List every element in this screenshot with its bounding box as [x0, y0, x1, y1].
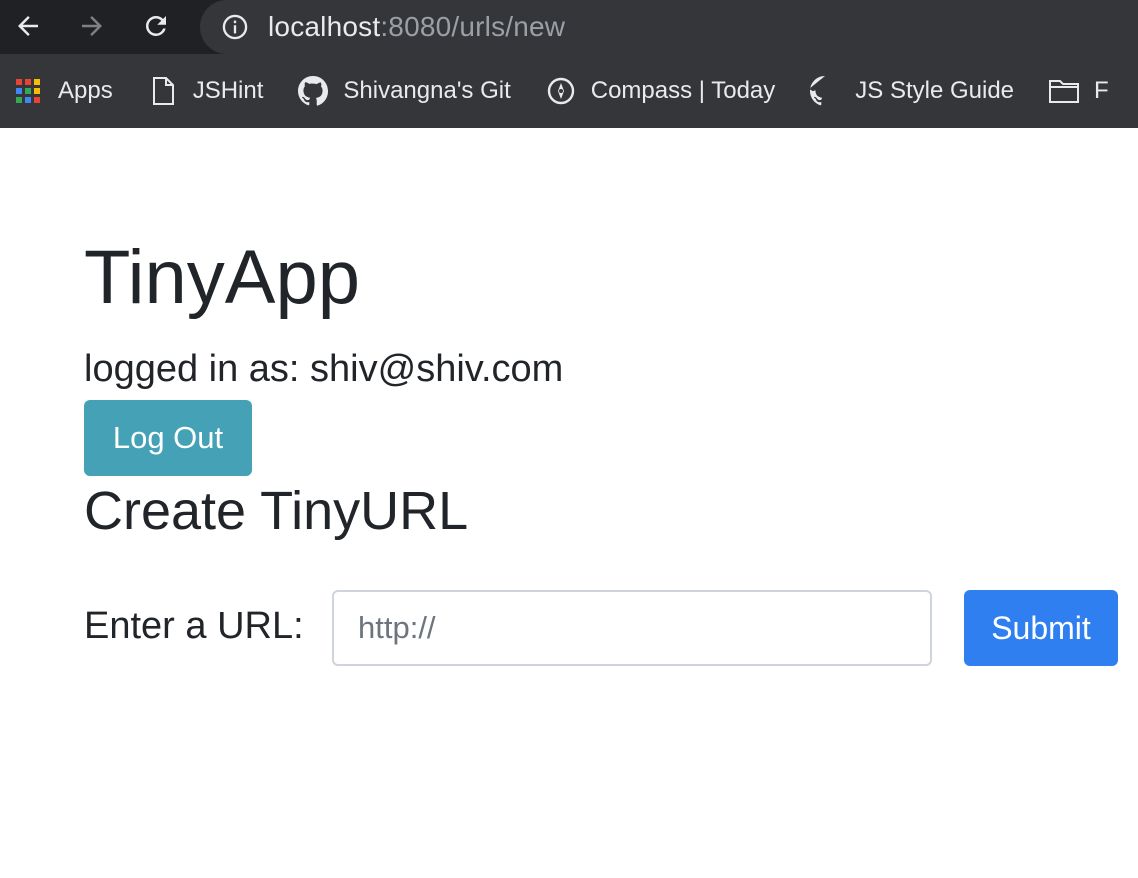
- bookmark-label: Apps: [58, 77, 113, 104]
- github-icon: [809, 75, 841, 107]
- arrow-right-icon: [82, 16, 102, 36]
- folder-icon: [1048, 75, 1080, 107]
- bookmark-apps[interactable]: Apps: [12, 66, 113, 116]
- page-icon: [147, 75, 179, 107]
- url-text[interactable]: localhost:8080/urls/new: [268, 11, 565, 43]
- apps-grid-icon: [12, 75, 44, 107]
- address-bar[interactable]: localhost:8080/urls/new: [200, 0, 1138, 54]
- logged-in-status: logged in as: shiv@shiv.com: [84, 348, 564, 390]
- bookmarks-bar: Apps JSHint Shivangna's Git Compass | To…: [0, 54, 1138, 128]
- browser-chrome: localhost:8080/urls/new Apps JSHint Shiv…: [0, 0, 1138, 128]
- info-icon[interactable]: [221, 13, 249, 41]
- arrow-left-icon: [18, 16, 38, 36]
- bookmark-jshint[interactable]: JSHint: [147, 66, 264, 116]
- bookmark-compass-today[interactable]: Compass | Today: [545, 66, 776, 116]
- url-host: localhost: [268, 11, 381, 42]
- bookmark-label: JS Style Guide: [855, 77, 1015, 104]
- long-url-input[interactable]: [332, 590, 932, 666]
- url-field-label: Enter a URL:: [84, 605, 304, 647]
- bookmark-shivangnas-git[interactable]: Shivangna's Git: [297, 66, 511, 116]
- bookmark-label: F: [1094, 77, 1109, 104]
- browser-toolbar: localhost:8080/urls/new: [0, 0, 1138, 54]
- forward-button[interactable]: [72, 8, 112, 44]
- back-button[interactable]: [8, 8, 48, 44]
- bookmark-label: Shivangna's Git: [343, 77, 511, 104]
- logout-button[interactable]: Log Out: [84, 400, 252, 476]
- page-title: TinyApp: [84, 235, 360, 320]
- section-title: Create TinyURL: [84, 481, 469, 541]
- reload-button[interactable]: [136, 8, 176, 44]
- bookmark-folder[interactable]: F: [1048, 66, 1109, 116]
- github-icon: [297, 75, 329, 107]
- compass-icon: [545, 75, 577, 107]
- submit-button[interactable]: Submit: [964, 590, 1118, 666]
- bookmark-label: JSHint: [192, 77, 264, 104]
- url-path: :8080/urls/new: [380, 11, 566, 42]
- bookmark-label: Compass | Today: [590, 77, 776, 104]
- reload-icon: [145, 15, 166, 36]
- bookmark-js-style-guide[interactable]: JS Style Guide: [809, 66, 1014, 116]
